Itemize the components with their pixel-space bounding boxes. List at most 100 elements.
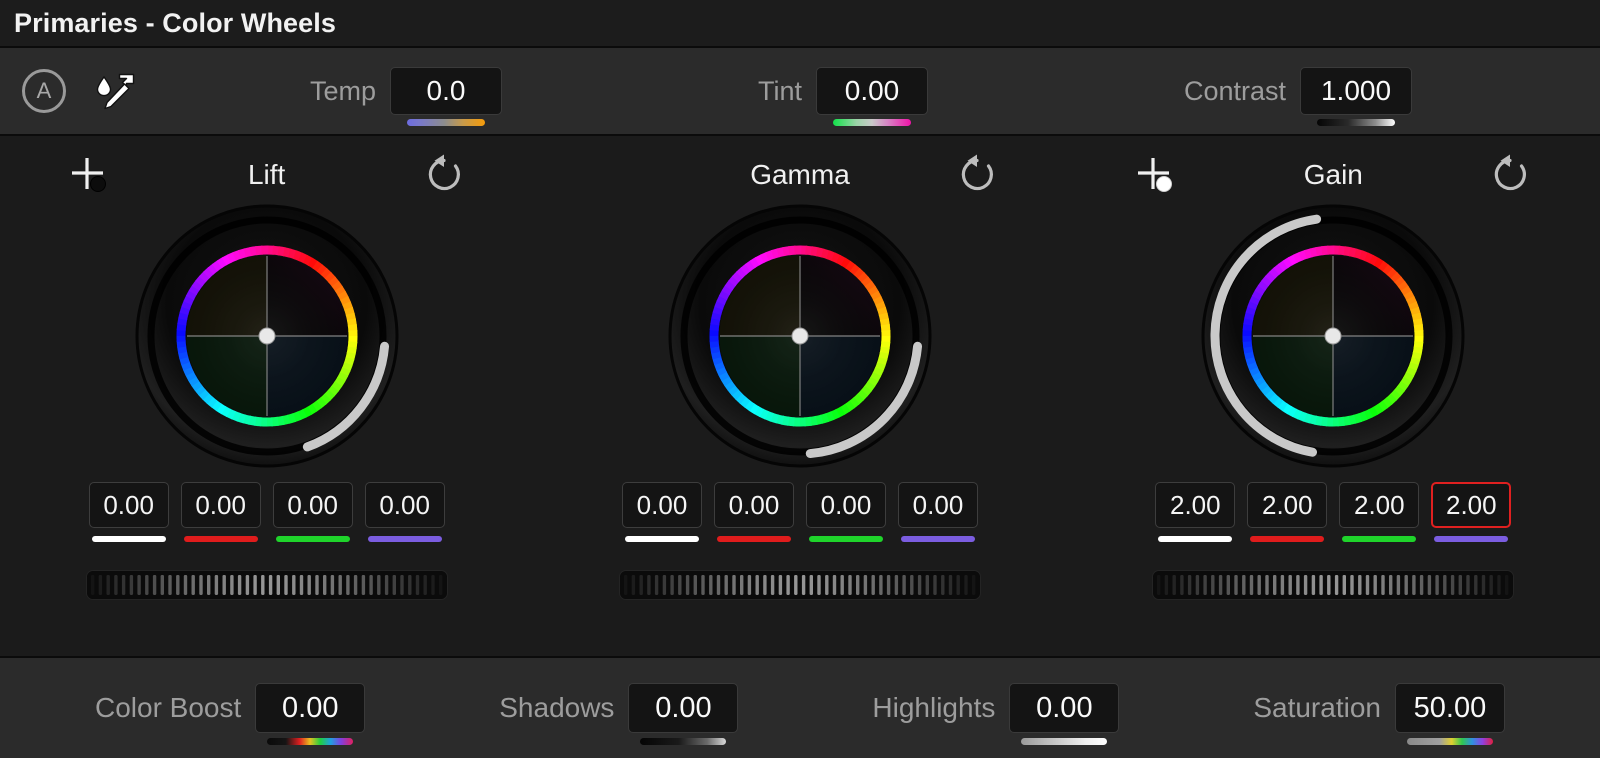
- gamma-master-value: 0.00: [636, 489, 688, 520]
- gamma-wheel-graphic[interactable]: [666, 202, 934, 470]
- lift-wheel-graphic[interactable]: [133, 202, 401, 470]
- gain-reset-button[interactable]: [1485, 152, 1535, 198]
- field-color-boost-value: 0.00: [282, 691, 339, 724]
- gain-red-input[interactable]: 2.00: [1247, 482, 1328, 528]
- color-wheels-row: Lift 0.00 0.00 0.00 0.00 Gamma 0.00 0.00…: [0, 136, 1600, 658]
- lift-value-cell: 0.00: [180, 482, 261, 542]
- field-shadows-gradient-bar[interactable]: [640, 738, 727, 745]
- field-contrast-gradient-bar[interactable]: [1317, 119, 1396, 126]
- gain-center-handle[interactable]: [1324, 327, 1342, 345]
- field-highlights: Highlights 0.00: [872, 683, 1120, 745]
- gain-blue-input[interactable]: 2.00: [1431, 482, 1512, 528]
- color-wheels-panel: Primaries - Color Wheels A Temp 0.0 Tint…: [0, 0, 1600, 758]
- field-tint-value: 0.00: [844, 75, 900, 106]
- gain-master-input[interactable]: 2.00: [1155, 482, 1236, 528]
- field-saturation-gradient-bar[interactable]: [1406, 738, 1493, 745]
- lift-master-input[interactable]: 0.00: [88, 482, 169, 528]
- gain-picker-button[interactable]: [1131, 152, 1181, 198]
- gamma-value-cell: 0.00: [621, 482, 702, 542]
- lift-color-wheel[interactable]: [133, 202, 401, 468]
- field-contrast: Contrast 1.000: [1183, 67, 1413, 126]
- gain-master-value: 2.00: [1170, 489, 1221, 520]
- auto-balance-button[interactable]: A: [22, 69, 66, 113]
- field-tint-input[interactable]: 0.00: [816, 67, 928, 126]
- lift-roller-ribs[interactable]: [86, 571, 447, 599]
- reset-icon: [961, 154, 993, 191]
- gamma-master-input[interactable]: 0.00: [621, 482, 702, 528]
- field-color-boost-input[interactable]: 0.00: [255, 683, 366, 745]
- field-saturation: Saturation 50.00: [1253, 683, 1505, 745]
- field-contrast-label: Contrast: [1183, 75, 1287, 106]
- gamma-master-roller[interactable]: [618, 570, 981, 600]
- field-color-boost-gradient-bar[interactable]: [267, 738, 354, 745]
- gain-value-cell: 2.00: [1431, 482, 1512, 542]
- lift-blue-underline: [367, 536, 442, 542]
- gamma-wheel-column: Gamma 0.00 0.00 0.00 0.00: [550, 146, 1050, 600]
- lift-picker-button[interactable]: [65, 152, 115, 198]
- gamma-blue-input[interactable]: 0.00: [897, 482, 978, 528]
- field-color-boost: Color Boost 0.00: [94, 683, 366, 745]
- gamma-red-underline: [716, 536, 791, 542]
- lift-blue-input[interactable]: 0.00: [364, 482, 445, 528]
- lift-wheel-column: Lift 0.00 0.00 0.00 0.00: [17, 146, 517, 600]
- lift-value-cell: 0.00: [364, 482, 445, 542]
- field-temp-input[interactable]: 0.0: [390, 67, 503, 126]
- gain-blue-underline: [1434, 536, 1509, 542]
- field-temp: Temp 0.0: [309, 67, 503, 126]
- field-shadows-input[interactable]: 0.00: [628, 683, 739, 745]
- gamma-green-input[interactable]: 0.00: [805, 482, 886, 528]
- field-tint-label: Tint: [757, 75, 802, 106]
- gamma-value-cell: 0.00: [713, 482, 794, 542]
- gamma-green-underline: [808, 536, 883, 542]
- gamma-value-cell: 0.00: [897, 482, 978, 542]
- lift-reset-button[interactable]: [419, 152, 469, 198]
- lift-master-roller[interactable]: [85, 570, 448, 600]
- field-temp-value: 0.0: [426, 75, 466, 106]
- lift-center-handle[interactable]: [258, 327, 276, 345]
- lift-value-cell: 0.00: [272, 482, 353, 542]
- lift-green-value: 0.00: [287, 489, 338, 520]
- gain-green-value: 2.00: [1354, 489, 1405, 520]
- field-highlights-gradient-bar[interactable]: [1021, 738, 1108, 745]
- lift-blue-value: 0.00: [379, 489, 430, 520]
- field-highlights-input[interactable]: 0.00: [1009, 683, 1120, 745]
- field-highlights-value: 0.00: [1036, 691, 1093, 724]
- gamma-red-value: 0.00: [728, 489, 780, 520]
- gamma-reset-button[interactable]: [952, 152, 1002, 198]
- gamma-blue-value: 0.00: [912, 489, 964, 520]
- lift-green-input[interactable]: 0.00: [272, 482, 353, 528]
- gamma-roller-ribs[interactable]: [619, 571, 980, 599]
- lift-red-input[interactable]: 0.00: [180, 482, 261, 528]
- gain-roller-ribs[interactable]: [1153, 571, 1514, 599]
- page-title: Primaries - Color Wheels: [14, 7, 336, 38]
- gain-wheel-graphic[interactable]: [1199, 202, 1467, 470]
- gain-green-input[interactable]: 2.00: [1339, 482, 1420, 528]
- gain-master-underline: [1158, 536, 1233, 542]
- field-shadows: Shadows 0.00: [499, 683, 739, 745]
- field-temp-gradient-bar[interactable]: [407, 119, 486, 126]
- bottom-toolbar: Color Boost 0.00 Shadows 0.00 Highlights…: [0, 658, 1600, 758]
- field-contrast-input[interactable]: 1.000: [1300, 67, 1413, 126]
- lift-green-underline: [275, 536, 350, 542]
- panel-titlebar: Primaries - Color Wheels: [0, 0, 1600, 48]
- gain-value-cell: 2.00: [1155, 482, 1236, 542]
- gain-master-roller[interactable]: [1152, 570, 1515, 600]
- gamma-center-handle[interactable]: [791, 327, 809, 345]
- toolbar-field-list: Temp 0.0 Tint 0.00 Contrast 1.000: [142, 67, 1600, 126]
- field-color-boost-label: Color Boost: [94, 692, 242, 723]
- field-temp-label: Temp: [309, 75, 377, 106]
- gamma-blue-underline: [900, 536, 975, 542]
- field-saturation-value: 50.00: [1413, 691, 1487, 724]
- gamma-value-cell: 0.00: [805, 482, 886, 542]
- field-shadows-label: Shadows: [499, 692, 615, 723]
- reset-icon: [1495, 154, 1527, 191]
- eyedropper-button[interactable]: [88, 67, 142, 115]
- gain-red-underline: [1250, 536, 1325, 542]
- field-saturation-input[interactable]: 50.00: [1394, 683, 1505, 745]
- field-tint-gradient-bar[interactable]: [833, 119, 911, 126]
- gamma-color-wheel[interactable]: [666, 202, 934, 468]
- gamma-red-input[interactable]: 0.00: [713, 482, 794, 528]
- field-contrast-value: 1.000: [1320, 75, 1392, 106]
- gamma-wheel-header: Gamma: [598, 146, 1002, 204]
- gain-color-wheel[interactable]: [1199, 202, 1467, 468]
